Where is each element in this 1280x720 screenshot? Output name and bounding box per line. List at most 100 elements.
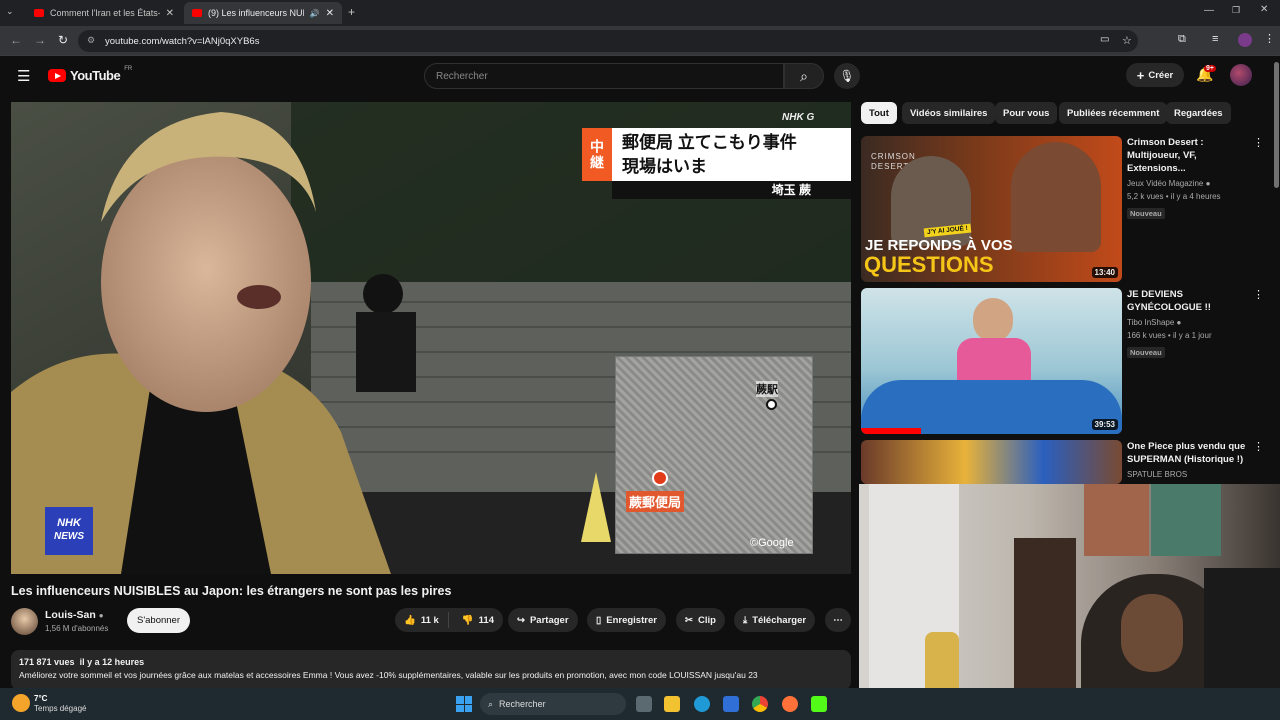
search-icon: ⌕: [800, 67, 808, 84]
streamer-face: [1121, 594, 1183, 672]
share-button[interactable]: ↪ Partager: [508, 608, 578, 632]
close-tab-icon[interactable]: ✕: [166, 8, 174, 19]
share-icon: ↪: [517, 614, 525, 626]
sidebar-thumbnail[interactable]: CRIMSON DESERT J'Y AI JOUÉ ! JE REPONDS …: [861, 136, 1122, 282]
thumbs-down-icon: 👎: [461, 614, 474, 626]
download-button[interactable]: ⤓ Télécharger: [734, 608, 816, 632]
watch-progress-bar: [861, 428, 921, 434]
taskbar-search[interactable]: ⌕ Rechercher: [480, 693, 626, 715]
chip-regardees[interactable]: Regardées: [1166, 102, 1231, 124]
sidebar-item-info[interactable]: One Piece plus vendu que SUPERMAN (Histo…: [1127, 440, 1249, 481]
reload-icon[interactable]: ↻: [58, 33, 68, 47]
task-view-icon[interactable]: [636, 696, 652, 712]
cast-icon[interactable]: ▭: [1100, 34, 1109, 45]
sidebar-thumbnail[interactable]: 39:53: [861, 288, 1122, 434]
thumbs-up-icon: 👍: [404, 614, 416, 626]
chip-tout[interactable]: Tout: [861, 102, 897, 124]
subscribe-button[interactable]: S'abonner: [127, 608, 190, 633]
restore-icon[interactable]: ❐: [1232, 5, 1240, 16]
video-title: Les influenceurs NUISIBLES au Japon: les…: [11, 584, 452, 598]
chip-publiees-recemment[interactable]: Publiées récemment: [1059, 102, 1168, 124]
chip-pour-vous[interactable]: Pour vous: [995, 102, 1058, 124]
search-button[interactable]: ⌕: [784, 63, 824, 89]
hamburger-menu-icon[interactable]: ☰: [17, 67, 30, 85]
speaker-icon[interactable]: 🔊: [310, 9, 320, 18]
weather-icon[interactable]: [12, 694, 30, 712]
station-marker-icon: [766, 399, 777, 410]
person-head: [973, 298, 1013, 342]
bookmark-icon: ▯: [596, 614, 602, 626]
wall-poster: [1084, 484, 1149, 556]
back-icon[interactable]: ←: [10, 33, 22, 47]
dislike-button[interactable]: 👎 114: [454, 615, 502, 626]
microphone-icon: 🎙: [839, 69, 855, 83]
youtube-favicon-icon: [192, 9, 202, 17]
store-icon[interactable]: [723, 696, 739, 712]
nhk-channel-tag: NHK G: [782, 112, 815, 123]
edge-icon[interactable]: [694, 696, 710, 712]
youtube-page: ☰ YouTube FR Rechercher ⌕ 🎙 +Créer 🔔 9+: [0, 56, 1280, 720]
youtube-play-icon: [48, 69, 66, 82]
chip-videos-similaires[interactable]: Vidéos similaires: [902, 102, 996, 124]
minimize-icon[interactable]: —: [1204, 5, 1214, 16]
sidebar-thumbnail[interactable]: [861, 440, 1122, 484]
more-actions-button[interactable]: ⋯: [825, 608, 851, 632]
firefox-icon[interactable]: [782, 696, 798, 712]
subscriber-count: 1,56 M d'abonnés: [45, 624, 109, 633]
bookmark-star-icon[interactable]: ☆: [1122, 34, 1132, 47]
kick-app-icon[interactable]: [811, 696, 827, 712]
map-inset: 蕨駅 蕨郵便局 ©Google: [615, 356, 813, 554]
browser-tab-bar: ⌄ Comment l'Iran et les États-Uni ✕ (9) …: [0, 0, 1280, 26]
search-input[interactable]: Rechercher: [424, 63, 784, 89]
download-icon: ⤓: [743, 614, 748, 626]
account-avatar[interactable]: [1230, 64, 1252, 86]
description-box[interactable]: 171 871 vues il y a 12 heures Améliorez …: [11, 650, 851, 690]
forward-icon[interactable]: →: [34, 33, 46, 47]
profile-avatar[interactable]: [1238, 33, 1252, 47]
verified-icon: ●: [1205, 179, 1211, 188]
channel-avatar[interactable]: [11, 608, 38, 635]
voice-search-button[interactable]: 🎙: [834, 63, 860, 89]
notification-count-badge: 9+: [1204, 65, 1216, 72]
tab-iran[interactable]: Comment l'Iran et les États-Uni ✕: [26, 2, 182, 24]
plus-icon: +: [1136, 67, 1145, 83]
chrome-icon[interactable]: [752, 696, 768, 712]
post-office-marker-icon: [652, 470, 668, 486]
webcam-overlay: [859, 484, 1280, 720]
address-bar[interactable]: ⚙ youtube.com/watch?v=lANj0qXYB6s ☆ ▭: [78, 30, 1138, 52]
youtube-logo[interactable]: YouTube FR: [48, 66, 132, 83]
sidebar-item-info[interactable]: Crimson Desert : Multijoueur, VF, Extens…: [1127, 136, 1249, 221]
media-icon[interactable]: ≡: [1212, 33, 1218, 45]
search-icon: ⌕: [488, 698, 494, 709]
windows-start-icon[interactable]: [456, 696, 472, 712]
file-explorer-icon[interactable]: [664, 696, 680, 712]
like-dislike-group: 👍 11 k 👎 114: [395, 608, 503, 632]
sidebar-item-info[interactable]: JE DEVIENS GYNÉCOLOGUE !! Tibo InShape ●…: [1127, 288, 1249, 360]
more-vertical-icon[interactable]: ⋮: [1253, 288, 1264, 301]
browser-menu-icon[interactable]: ⋮: [1264, 32, 1275, 45]
close-window-icon[interactable]: ✕: [1260, 4, 1268, 15]
more-vertical-icon[interactable]: ⋮: [1253, 136, 1264, 149]
extensions-icon[interactable]: ⧉: [1178, 33, 1186, 46]
like-button[interactable]: 👍 11 k: [395, 612, 449, 628]
host-figure: [1011, 142, 1101, 252]
create-button[interactable]: + Créer: [1126, 63, 1184, 87]
video-player[interactable]: NHK G 中継 郵便局 立てこもり事件 現場はいま 埼玉 蕨 蕨駅 蕨郵便局 …: [11, 102, 851, 574]
site-info-icon[interactable]: ⚙: [87, 35, 95, 46]
clip-button[interactable]: ✂ Clip: [676, 608, 725, 632]
save-button[interactable]: ▯ Enregistrer: [587, 608, 666, 632]
tab-influenceurs[interactable]: (9) Les influenceurs NUISIBL 🔊 ✕: [184, 2, 342, 24]
channel-name[interactable]: Louis-San ●: [45, 609, 104, 621]
more-vertical-icon[interactable]: ⋮: [1253, 440, 1264, 453]
verified-icon: ●: [98, 611, 104, 620]
close-tab-icon[interactable]: ✕: [326, 8, 334, 19]
new-tab-icon[interactable]: +: [348, 5, 355, 19]
windows-taskbar: 7°C Temps dégagé ⌕ Rechercher: [0, 688, 1280, 720]
tab-list-icon[interactable]: ⌄: [6, 6, 14, 17]
page-scrollbar[interactable]: [1274, 62, 1279, 188]
exam-chair: [861, 380, 1122, 434]
nhk-news-logo: NHK NEWS: [45, 507, 93, 555]
headline-box: 郵便局 立てこもり事件 現場はいま: [612, 128, 851, 181]
verified-icon: ●: [1176, 318, 1182, 327]
more-horizontal-icon: ⋯: [833, 614, 843, 626]
